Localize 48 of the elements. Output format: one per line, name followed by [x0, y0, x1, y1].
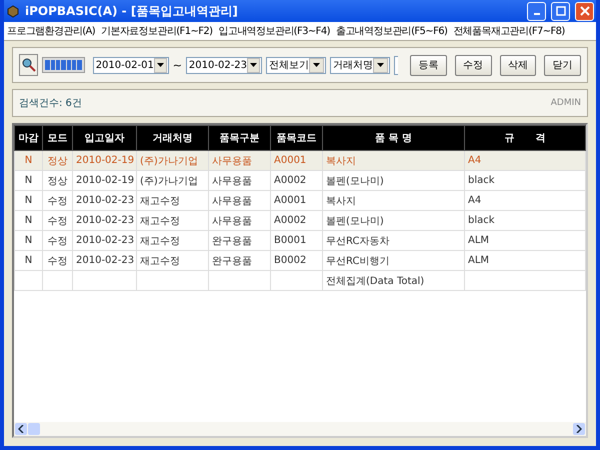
- down-arrow-icon: [312, 63, 320, 67]
- close-button[interactable]: [575, 2, 594, 20]
- minimize-button[interactable]: [527, 2, 546, 20]
- progress-indicator: [42, 57, 85, 73]
- table-row[interactable]: N 수정 2010-02-23 재고수정 완구용품 B0002 무선RC비행기 ALM: [14, 250, 586, 270]
- down-arrow-icon: [156, 63, 164, 67]
- menu-item[interactable]: 프로그램환경관리(A): [7, 24, 96, 38]
- filter-combo[interactable]: 거래처명: [330, 56, 390, 74]
- total-label: 전체집계(Data Total): [322, 270, 464, 290]
- column-header[interactable]: 품목구분: [208, 126, 270, 150]
- maximize-button[interactable]: [551, 2, 570, 20]
- app-icon: [6, 4, 20, 18]
- column-header[interactable]: 마감: [14, 126, 42, 150]
- down-arrow-icon: [250, 63, 257, 67]
- down-arrow-icon: [376, 63, 384, 67]
- table-row[interactable]: N 수정 2010-02-23 재고수정 사무용품 A0002 볼펜(모나미) black: [14, 210, 586, 230]
- result-count: 검색건수: 6건: [19, 97, 82, 110]
- menu-item[interactable]: 기본자료정보관리(F1~F2): [101, 24, 212, 38]
- range-separator: ~: [172, 58, 182, 72]
- menu-item[interactable]: 출고내역정보관리(F5~F6): [336, 24, 448, 38]
- table-row[interactable]: N 정상 2010-02-19 (주)가나기업 사무용품 A0001 복사지 A4: [14, 150, 586, 170]
- search-field[interactable]: [394, 56, 398, 74]
- column-header[interactable]: 품목코드: [270, 126, 322, 150]
- close-icon: [580, 6, 590, 16]
- column-header[interactable]: 모드: [42, 126, 72, 150]
- scrollbar-thumb[interactable]: [28, 423, 40, 435]
- table-row[interactable]: N 정상 2010-02-19 (주)가나기업 사무용품 A0002 볼펜(모나미) black: [14, 170, 586, 190]
- menu-item[interactable]: 전체품목재고관리(F7~F8): [453, 24, 565, 38]
- menu-item[interactable]: 입고내역정보관리(F3~F4): [218, 24, 330, 38]
- date-combo[interactable]: 2010-02-01: [92, 56, 169, 74]
- window-title: iPOPBASIC(A) - [품목입고내역관리]: [25, 2, 239, 20]
- user-name: ADMIN: [550, 98, 581, 108]
- toolbar-button[interactable]: 수정: [454, 54, 492, 76]
- column-header[interactable]: 규 격: [464, 126, 586, 150]
- minimize-icon: [534, 13, 540, 15]
- table-row[interactable]: N 수정 2010-02-23 재고수정 완구용품 B0001 무선RC자동차 ALM: [14, 230, 586, 250]
- column-header[interactable]: 입고일자: [72, 126, 136, 150]
- column-header[interactable]: 품 목 명: [322, 126, 464, 150]
- search-button[interactable]: [19, 54, 38, 76]
- horizontal-scrollbar[interactable]: [14, 422, 586, 436]
- toolbar-button[interactable]: 등록: [410, 54, 447, 76]
- toolbar-button[interactable]: 닫기: [544, 54, 581, 76]
- table-row[interactable]: N 수정 2010-02-23 재고수정 사무용품 A0001 복사지 A4: [14, 190, 586, 210]
- maximize-icon: [556, 6, 566, 16]
- toolbar-button[interactable]: 삭제: [500, 54, 536, 76]
- column-header[interactable]: 거래처명: [136, 126, 208, 150]
- date-combo[interactable]: 2010-02-23: [186, 56, 262, 74]
- filter-combo[interactable]: 전체보기: [266, 56, 326, 74]
